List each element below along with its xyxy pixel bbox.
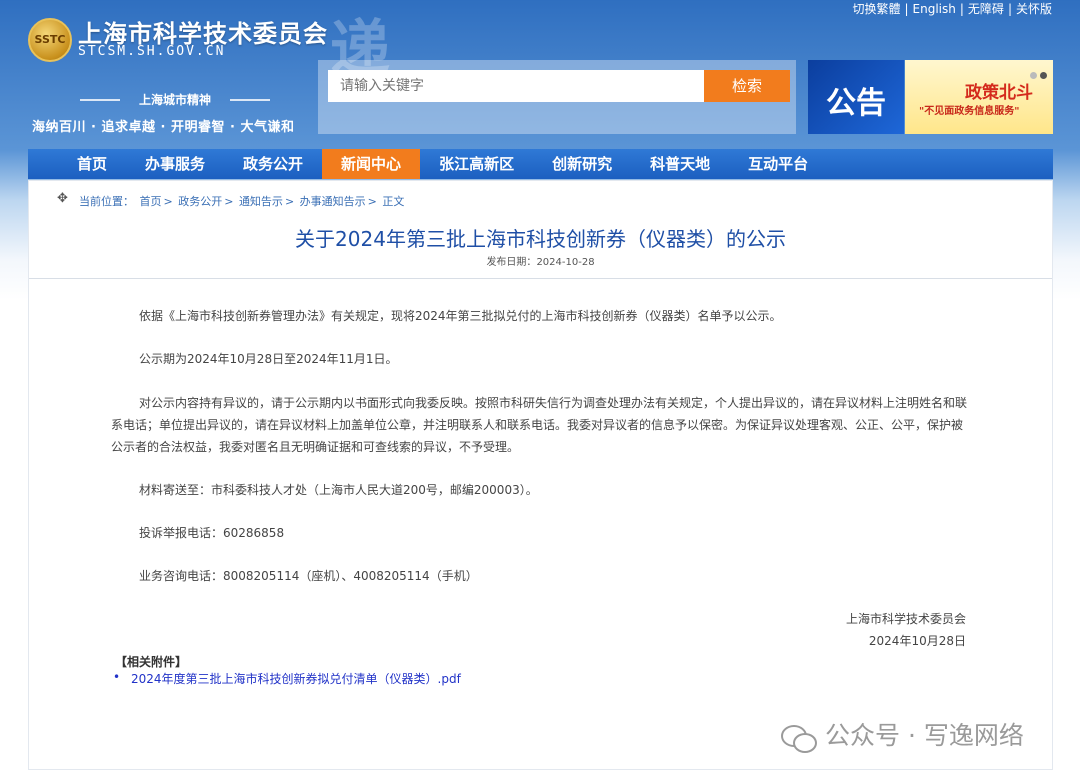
nav-item-innovation-research[interactable]: 创新研究 [533,149,631,179]
breadcrumb-item-current: 正文 [382,195,405,208]
attachments-heading: 【相关附件】 [115,655,188,669]
nav-item-government-affairs[interactable]: 政务公开 [224,149,322,179]
link-english[interactable]: English [913,2,956,16]
publish-date-label: 发布日期： [486,257,537,268]
article-panel: ✥ 当前位置： 首页 > 政务公开 > 通知告示 > 办事通知告示 > 正文 关于202… [28,180,1053,770]
article-paragraph: 对公示内容持有异议的，请于公示期内以书面形式向我委反映。按照市科研失信行为调查处… [111,396,968,454]
search-button[interactable]: 检索 [704,70,790,102]
nav-item-science-popularization[interactable]: 科普天地 [631,149,729,179]
breadcrumb-separator: > [367,195,377,208]
article-signature: 上海市科学技术委员会 2024年10月28日 [846,608,966,652]
breadcrumb-item-notices[interactable]: 通知告示 [239,195,283,208]
search-area: 检索 [318,60,796,134]
article-paragraph: 公示期为2024年10月28日至2024年11月1日。 [139,352,398,366]
article-body: 依据《上海市科技创新券管理办法》有关规定，现将2024年第三批拟兑付的上海市科技… [111,305,971,587]
signature-organization: 上海市科学技术委员会 [845,612,966,626]
city-spirit-motto: 海纳百川 · 追求卓越 · 开明睿智 · 大气谦和 [32,120,295,135]
nav-item-news-center[interactable]: 新闻中心 [322,149,421,179]
city-spirit-label: 上海城市精神 [80,91,270,108]
nav-item-zhangjiang[interactable]: 张江高新区 [420,149,533,179]
breadcrumb-item-service-notices[interactable]: 办事通知告示 [300,195,366,208]
breadcrumb-item-gov-affairs[interactable]: 政务公开 [178,195,222,208]
top-utility-links: 切换繁體 | English | 无障碍 | 关怀版 [852,2,1052,16]
search-input[interactable] [328,70,706,102]
article-title: 关于2024年第三批上海市科技创新券（仪器类）的公示 [295,227,786,251]
nav-item-home[interactable]: 首页 [58,149,126,179]
main-navigation: 首页 办事服务 政务公开 新闻中心 张江高新区 创新研究 科普天地 互动平台 [28,149,1053,179]
attachment-link-pdf[interactable]: 2024年度第三批上海市科技创新券拟兑付清单（仪器类）.pdf [131,670,461,687]
publish-date: 发布日期：2024-10-28 [29,253,1052,268]
breadcrumb: ✥ 当前位置： 首页 > 政务公开 > 通知告示 > 办事通知告示 > 正文 [57,192,406,209]
announcement-banner[interactable]: 公告 [808,60,904,134]
breadcrumb-item-home[interactable]: 首页 [140,195,162,208]
location-icon: ✥ [57,191,68,206]
article-paragraph: 投诉举报电话：60286858 [139,526,285,540]
breadcrumb-separator: > [284,195,295,208]
publish-date-value: 2024-10-28 [536,257,595,268]
wechat-watermark: 公众号 · 写逸网络 [781,716,1024,753]
banner-subtitle: "不见面政务信息服务" [919,106,1020,117]
site-domain: STCSM.SH.GOV.CN [78,44,226,59]
site-header: SSTC 上海市科学技术委员会 STCSM.SH.GOV.CN 递 上海城市精神… [0,0,1080,148]
breadcrumb-separator: > [224,195,234,208]
policy-beidou-banner[interactable]: 政策北斗 "不见面政务信息服务" [905,60,1053,134]
link-elderly-mode[interactable]: 关怀版 [1016,2,1052,16]
watermark-text: 公众号 · 写逸网络 [825,721,1024,750]
breadcrumb-separator: > [163,195,173,208]
nav-item-interaction[interactable]: 互动平台 [729,149,827,179]
wechat-icon [781,723,817,753]
link-traditional-chinese[interactable]: 切换繁體 [852,2,900,16]
article-paragraph: 业务咨询电话：8008205114（座机）、4008205114（手机） [139,569,478,583]
article-paragraph: 材料寄送至：市科委科技人才处（上海市人民大道200号，邮编200003）。 [139,483,538,497]
article-paragraph: 依据《上海市科技创新券管理办法》有关规定，现将2024年第三批拟兑付的上海市科技… [139,309,782,323]
title-divider [29,278,1052,279]
list-bullet: • [113,670,121,684]
nav-item-services[interactable]: 办事服务 [126,149,224,179]
link-accessibility[interactable]: 无障碍 [968,2,1004,16]
banner-title: 政策北斗 [965,83,1033,103]
breadcrumb-label: 当前位置： [79,195,134,208]
site-emblem-logo[interactable]: SSTC [28,18,72,62]
signature-date: 2024年10月28日 [868,634,966,648]
